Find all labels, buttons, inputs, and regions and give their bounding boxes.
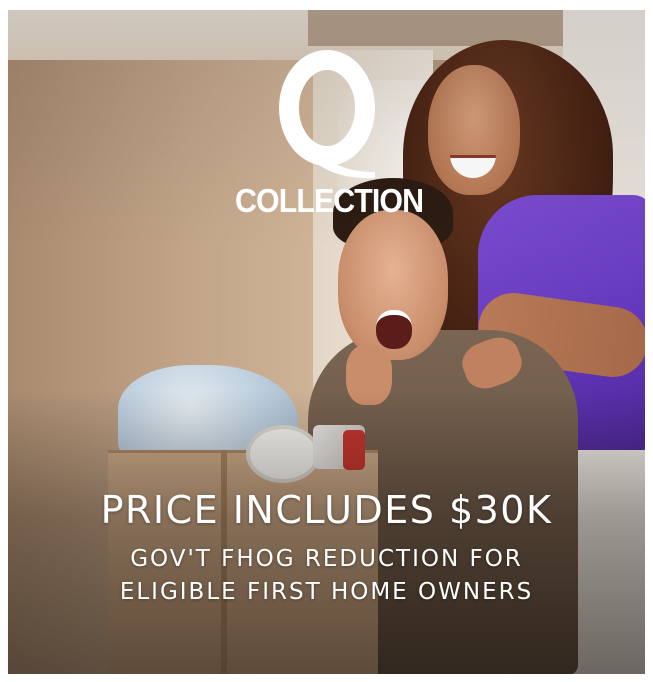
subline-line-1: GOV'T FHOG REDUCTION FOR	[130, 546, 523, 572]
q-collection-logo: COLLECTION	[227, 50, 427, 228]
subline-line-2: ELIGIBLE FIRST HOME OWNERS	[119, 579, 534, 605]
headline: PRICE INCLUDES $30K	[100, 488, 553, 532]
bottom-overlay	[8, 390, 645, 674]
q-collection-logo-icon	[279, 50, 375, 179]
hero-image: COLLECTION PRICE INCLUDES $30K GOV'T FHO…	[8, 10, 645, 674]
logo-wordmark: COLLECTION	[235, 182, 424, 219]
man-mouth	[376, 310, 412, 349]
